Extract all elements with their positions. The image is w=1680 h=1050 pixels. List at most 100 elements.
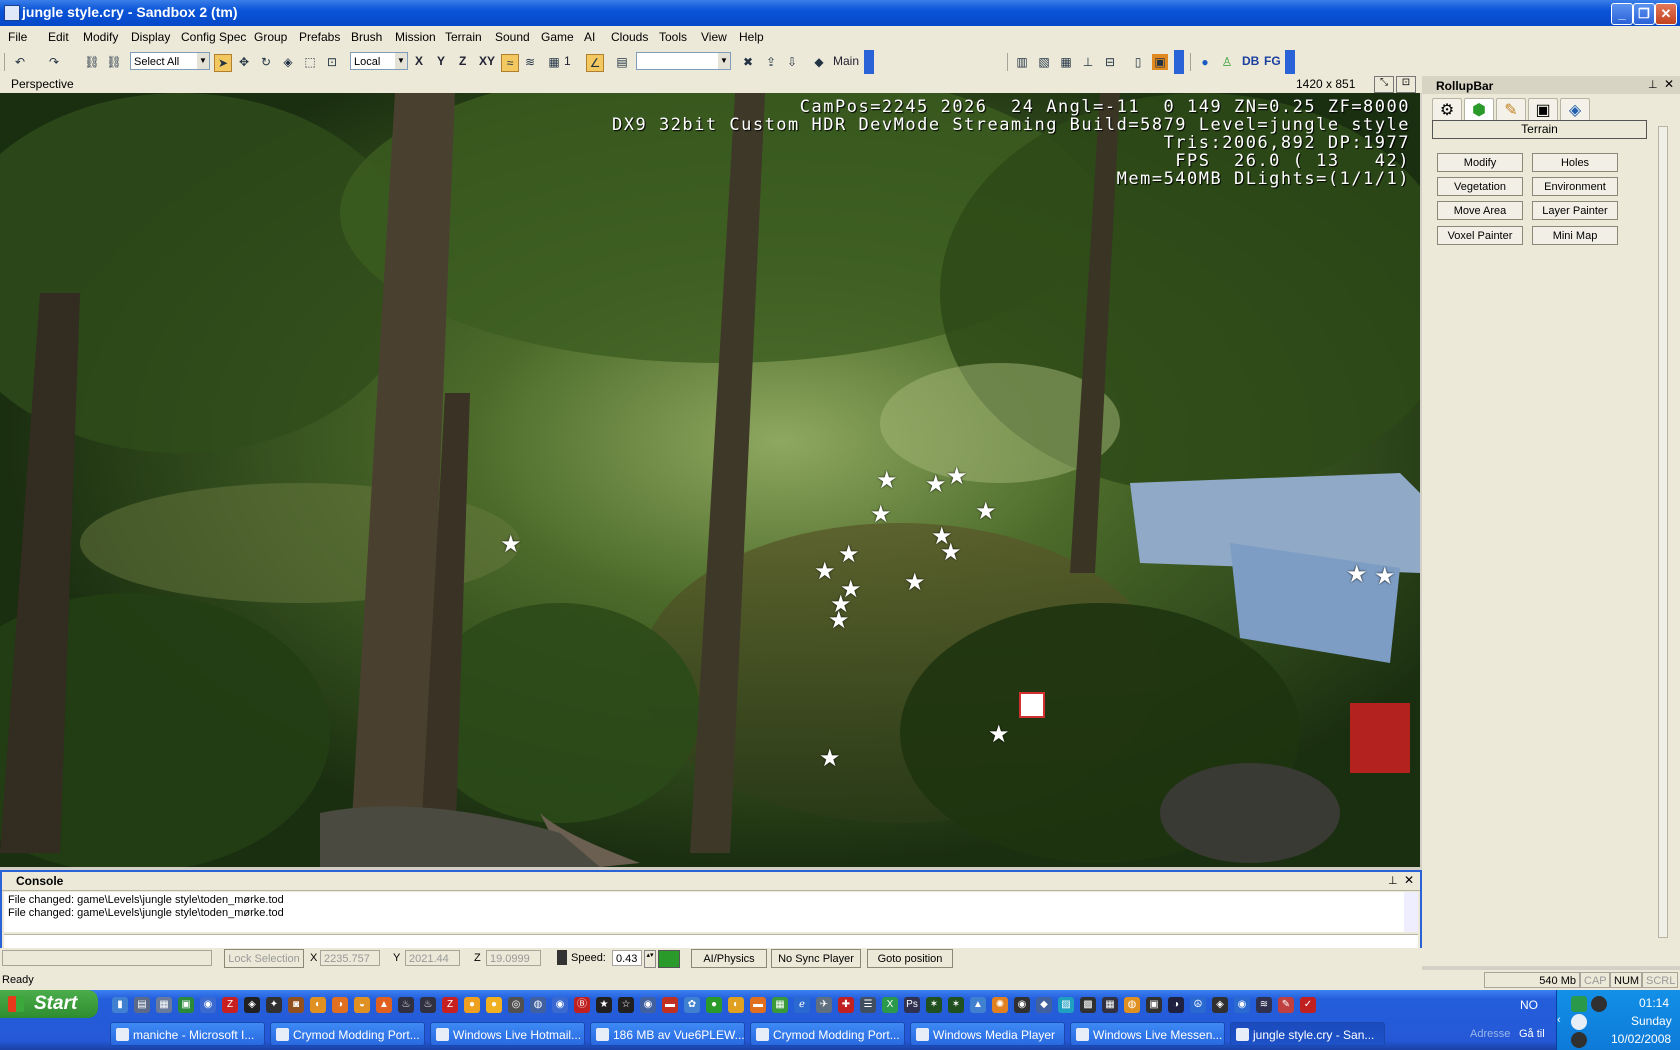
undo-icon[interactable]: ↶ — [12, 54, 28, 70]
terrain-section-header[interactable]: Terrain — [1432, 120, 1647, 139]
tray-icon[interactable] — [1591, 996, 1607, 1012]
goto-position-button[interactable]: Goto position — [867, 949, 953, 968]
menu-tools[interactable]: Tools — [659, 30, 687, 44]
menu-brush[interactable]: Brush — [351, 30, 382, 44]
layer-icon[interactable]: ◆ — [811, 54, 827, 70]
link-icon[interactable]: ⛓ — [84, 54, 100, 70]
taskbar-button[interactable]: Crymod Modding Port... — [750, 1022, 905, 1046]
language-indicator[interactable]: NO — [1520, 998, 1538, 1012]
rollup-title-bar[interactable]: RollupBar ⊥ ✕ — [1422, 76, 1680, 94]
quicklaunch-icon[interactable]: Z — [442, 997, 458, 1013]
entity-marker[interactable]: ★ — [838, 543, 860, 567]
globe-icon[interactable]: ● — [1197, 54, 1213, 70]
entity-marker[interactable]: ★ — [925, 473, 947, 497]
toolbar-grip-3[interactable] — [1285, 50, 1295, 74]
quicklaunch-icon[interactable]: ◒ — [354, 997, 370, 1013]
quicklaunch-icon[interactable]: Ⓑ — [574, 997, 590, 1013]
redo-icon[interactable]: ↷ — [46, 54, 62, 70]
rotate-icon[interactable]: ↻ — [258, 54, 274, 70]
quicklaunch-icon[interactable]: ✶ — [926, 997, 942, 1013]
quicklaunch-icon[interactable]: ● — [486, 997, 502, 1013]
object-follow-icon[interactable]: ≋ — [522, 54, 538, 70]
quicklaunch-icon[interactable]: ☆ — [618, 997, 634, 1013]
quicklaunch-icon[interactable]: ▬ — [750, 997, 766, 1013]
quicklaunch-icon[interactable]: ● — [464, 997, 480, 1013]
move-area-button[interactable]: Move Area — [1437, 201, 1523, 220]
app-icon[interactable] — [4, 5, 20, 21]
delete-object-icon[interactable]: ✖ — [740, 54, 756, 70]
import-icon[interactable]: ⇩ — [784, 54, 800, 70]
entity-marker[interactable]: ★ — [1346, 563, 1368, 587]
z-position-field[interactable]: 19.0999 — [486, 950, 541, 966]
quicklaunch-icon[interactable]: ✺ — [992, 997, 1008, 1013]
quicklaunch-icon[interactable]: ✎ — [1278, 997, 1294, 1013]
camera-icon[interactable]: ⊟ — [1102, 54, 1118, 70]
quicklaunch-icon[interactable]: ◉ — [640, 997, 656, 1013]
perspective-viewport[interactable]: CamPos=2245 2026 24 Angl=-11 0 149 ZN=0.… — [0, 93, 1420, 867]
quicklaunch-icon[interactable]: ▤ — [134, 997, 150, 1013]
tray-icon[interactable] — [1571, 1014, 1587, 1030]
entity-marker[interactable]: ★ — [946, 465, 968, 489]
terrain-collision-icon[interactable] — [658, 950, 680, 968]
x-position-field[interactable]: 2235.757 — [320, 950, 380, 966]
menu-group[interactable]: Group — [254, 30, 287, 44]
lock-selection-button[interactable]: Lock Selection — [224, 949, 304, 968]
console-scrollbar[interactable] — [1404, 892, 1418, 932]
voxel-painter-button[interactable]: Voxel Painter — [1437, 226, 1523, 245]
quicklaunch-icon[interactable]: ◆ — [1036, 997, 1052, 1013]
pin-icon[interactable]: ⊥ — [1648, 78, 1658, 91]
quicklaunch-icon[interactable]: ≋ — [1256, 997, 1272, 1013]
tray-icon[interactable] — [1571, 996, 1587, 1012]
console-output[interactable]: File changed: game\Levels\jungle style\t… — [4, 892, 1404, 932]
y-position-field[interactable]: 2021.44 — [405, 950, 460, 966]
entity-marker[interactable]: ★ — [500, 533, 522, 557]
menu-modify[interactable]: Modify — [83, 30, 118, 44]
quicklaunch-icon[interactable]: ◉ — [1014, 997, 1030, 1013]
menu-clouds[interactable]: Clouds — [611, 30, 648, 44]
taskbar-button[interactable]: Windows Live Hotmail... — [430, 1022, 585, 1046]
no-sync-player-button[interactable]: No Sync Player — [771, 949, 861, 968]
align-icon[interactable]: ▥ — [1014, 54, 1030, 70]
selection-filter-select[interactable]: Select All ▼ — [130, 52, 210, 70]
select-terrain-icon[interactable]: ⬚ — [302, 54, 318, 70]
quicklaunch-icon[interactable]: ▣ — [1146, 997, 1162, 1013]
menu-prefabs[interactable]: Prefabs — [299, 30, 340, 44]
quicklaunch-icon[interactable]: ▬ — [662, 997, 678, 1013]
menu-view[interactable]: View — [701, 30, 727, 44]
entity-marker[interactable]: ★ — [819, 747, 841, 771]
quicklaunch-icon[interactable]: ♨ — [420, 997, 436, 1013]
menu-mission[interactable]: Mission — [395, 30, 436, 44]
quicklaunch-icon[interactable]: ℯ — [794, 997, 810, 1013]
entity-marker[interactable]: ★ — [975, 500, 997, 524]
taskbar-button[interactable]: maniche - Microsoft I... — [110, 1022, 265, 1046]
vegetation-button[interactable]: Vegetation — [1437, 177, 1523, 196]
quicklaunch-icon[interactable]: ☮ — [1190, 997, 1206, 1013]
quicklaunch-icon[interactable]: ✿ — [684, 997, 700, 1013]
quicklaunch-icon[interactable]: ▣ — [178, 997, 194, 1013]
menu-help[interactable]: Help — [739, 30, 764, 44]
quicklaunch-icon[interactable]: ♨ — [398, 997, 414, 1013]
speed-field[interactable]: 0.43 — [612, 950, 642, 966]
quicklaunch-icon[interactable]: ☰ — [860, 997, 876, 1013]
modify-button[interactable]: Modify — [1437, 153, 1523, 172]
window-title-bar[interactable]: jungle style.cry - Sandbox 2 (tm) _ ❐ ✕ — [0, 0, 1680, 26]
quicklaunch-icon[interactable]: ✦ — [266, 997, 282, 1013]
maximize-viewport-icon[interactable]: ⊡ — [1396, 76, 1416, 93]
clock-time[interactable]: 01:14 — [1639, 996, 1669, 1010]
bookmark-select[interactable]: ▼ — [636, 52, 731, 70]
move-icon[interactable]: ✥ — [236, 54, 252, 70]
entity-marker[interactable]: ★ — [988, 723, 1010, 747]
quicklaunch-icon[interactable]: ▩ — [1080, 997, 1096, 1013]
select-arrow-icon[interactable]: ➤ — [214, 54, 232, 72]
entity-marker[interactable]: ★ — [814, 560, 836, 584]
fg-button[interactable]: FG — [1264, 54, 1281, 68]
quicklaunch-icon[interactable]: ◐ — [310, 997, 326, 1013]
menu-game[interactable]: Game — [541, 30, 574, 44]
close-button[interactable]: ✕ — [1655, 3, 1677, 25]
notes-icon[interactable]: ▤ — [614, 54, 630, 70]
start-button[interactable]: Start — [0, 990, 98, 1018]
entity-marker[interactable]: ★ — [904, 571, 926, 595]
export-icon[interactable]: ⇪ — [763, 54, 779, 70]
layer-painter-button[interactable]: Layer Painter — [1532, 201, 1618, 220]
ui-editor-icon[interactable]: ▣ — [1152, 54, 1168, 70]
